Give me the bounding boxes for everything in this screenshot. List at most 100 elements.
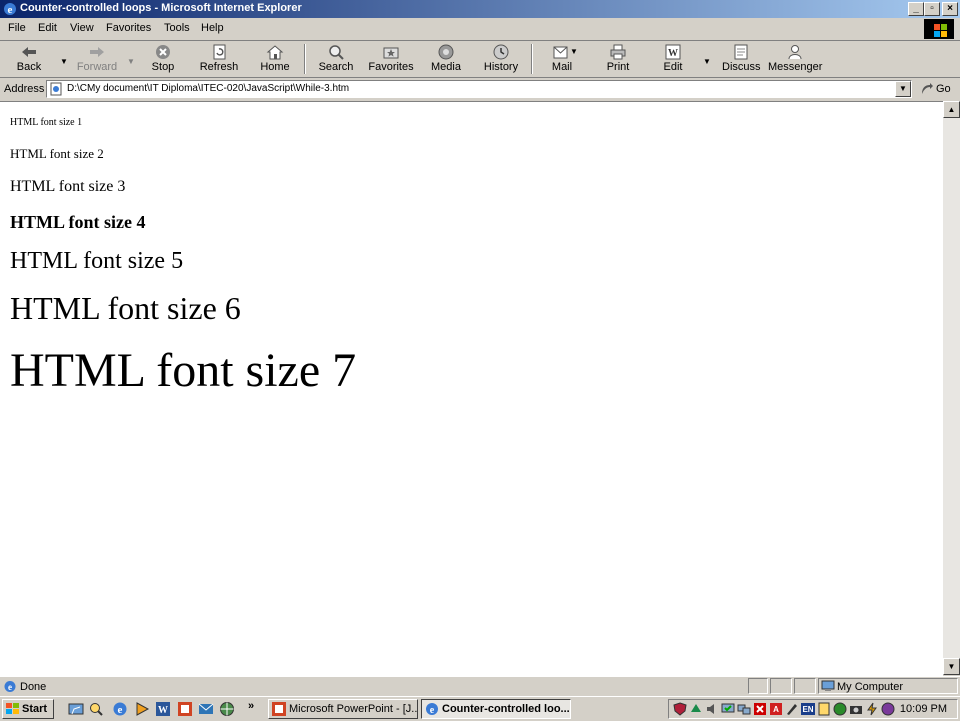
font-size-4-text: HTML font size 4 [10, 212, 146, 232]
taskbar-item-internet-explorer[interactable]: e Counter-controlled loo... [421, 699, 571, 719]
media-player-icon[interactable] [134, 701, 150, 717]
forward-arrow-icon [90, 47, 104, 57]
favorites-button[interactable]: Favorites [366, 42, 416, 76]
start-button[interactable]: Start [2, 699, 54, 719]
discuss-button[interactable]: Discuss [722, 42, 761, 76]
security-zone-pane: My Computer [818, 678, 958, 694]
refresh-label: Refresh [199, 61, 239, 73]
clock: 10:09 PM [899, 703, 947, 715]
taskbar-item-powerpoint[interactable]: Microsoft PowerPoint - [J... [268, 699, 418, 719]
media-button[interactable]: Media [428, 42, 464, 76]
start-label: Start [22, 703, 48, 715]
stop-button[interactable]: Stop [146, 42, 180, 76]
forward-button[interactable]: Forward [72, 42, 122, 76]
favorites-icon [383, 47, 399, 59]
volume-icon[interactable] [705, 702, 719, 716]
search-quicklaunch-icon[interactable] [88, 701, 104, 717]
discuss-label: Discuss [722, 61, 761, 73]
scroll-down-icon[interactable]: ▼ [943, 658, 960, 675]
windows-flag-icon [6, 703, 19, 714]
close-button[interactable]: × [942, 2, 958, 16]
language-en-icon[interactable]: EN [801, 702, 815, 716]
maximize-button[interactable]: ▫ [924, 2, 940, 16]
font-size-6-text: HTML font size 6 [10, 290, 241, 326]
font-size-1-text: HTML font size 1 [10, 117, 83, 128]
acrobat-icon[interactable]: A [769, 702, 783, 716]
back-label: Back [16, 61, 42, 73]
svg-text:A: A [773, 705, 779, 714]
go-button[interactable]: Go [918, 81, 958, 97]
menu-view[interactable]: View [70, 22, 94, 34]
show-desktop-icon[interactable] [68, 701, 84, 717]
print-button[interactable]: Print [604, 42, 632, 76]
home-icon [266, 45, 284, 60]
menu-favorites[interactable]: Favorites [106, 22, 151, 34]
messenger-button[interactable]: Messenger [768, 42, 822, 76]
powerpoint-icon [272, 702, 286, 716]
print-label: Print [606, 61, 630, 73]
powerpoint-icon[interactable] [177, 701, 193, 717]
svg-text:W: W [158, 705, 168, 716]
history-label: History [483, 61, 519, 73]
stop-label: Stop [151, 61, 175, 73]
tray-circle-icon[interactable] [881, 702, 895, 716]
address-url: D:\CMy document\IT Diploma\ITEC-020\Java… [67, 83, 350, 94]
menu-tools[interactable]: Tools [164, 22, 190, 34]
history-icon [493, 44, 509, 60]
vertical-scrollbar[interactable]: ▲ ▼ [943, 101, 960, 675]
font-size-5-text: HTML font size 5 [10, 248, 184, 274]
address-dropdown-icon[interactable]: ▼ [895, 81, 911, 97]
svg-text:e: e [430, 705, 435, 716]
address-input[interactable]: D:\CMy document\IT Diploma\ITEC-020\Java… [46, 80, 912, 98]
toolbar-separator [531, 44, 533, 74]
address-label: Address [4, 83, 45, 95]
display-check-icon[interactable] [721, 702, 735, 716]
search-button[interactable]: Search [316, 42, 356, 76]
forward-dropdown-icon[interactable]: ▼ [127, 57, 135, 66]
history-button[interactable]: History [482, 42, 520, 76]
tray-globe-icon[interactable] [833, 702, 847, 716]
search-label: Search [318, 61, 354, 73]
antivirus-shield-icon[interactable] [673, 702, 687, 716]
tray-notes-icon[interactable] [817, 702, 831, 716]
word-icon[interactable]: W [155, 701, 171, 717]
back-button[interactable]: Back [10, 42, 48, 76]
back-dropdown-icon[interactable]: ▼ [60, 57, 68, 66]
messenger-label: Messenger [768, 61, 823, 73]
menu-help[interactable]: Help [201, 22, 224, 34]
pen-tool-icon[interactable] [785, 702, 799, 716]
favorites-label: Favorites [368, 61, 414, 73]
mail-dropdown-icon[interactable]: ▼ [570, 47, 578, 56]
tray-bolt-icon[interactable] [865, 702, 879, 716]
font-size-2-text: HTML font size 2 [10, 146, 104, 161]
font-size-3-text: HTML font size 3 [10, 178, 126, 195]
camera-icon[interactable] [849, 702, 863, 716]
scroll-up-icon[interactable]: ▲ [943, 101, 960, 118]
window-title: Counter-controlled loops - Microsoft Int… [20, 2, 302, 14]
svg-text:e: e [8, 682, 12, 692]
edit-dropdown-icon[interactable]: ▼ [703, 57, 711, 66]
network-icon[interactable] [219, 701, 235, 717]
edit-button[interactable]: W Edit [660, 42, 686, 76]
outlook-icon[interactable] [198, 701, 214, 717]
my-computer-icon [821, 680, 835, 691]
network-status-icon[interactable] [737, 702, 751, 716]
ie-icon: e [426, 703, 438, 716]
refresh-button[interactable]: Refresh [198, 42, 240, 76]
quicklaunch-more-icon[interactable]: » [248, 700, 254, 712]
tray-app-icon[interactable] [689, 702, 703, 716]
home-button[interactable]: Home [258, 42, 292, 76]
status-pane [770, 678, 792, 694]
menu-file[interactable]: File [8, 22, 26, 34]
stop-icon [156, 45, 170, 59]
messenger-icon [788, 45, 802, 60]
svg-text:EN: EN [802, 705, 813, 714]
security-alert-icon[interactable] [753, 702, 767, 716]
internet-explorer-icon[interactable]: e [112, 701, 128, 717]
menu-edit[interactable]: Edit [38, 22, 57, 34]
minimize-button[interactable]: _ [908, 2, 924, 16]
toolbar-separator [304, 44, 306, 74]
page-icon [50, 82, 62, 96]
standard-toolbar: Back ▼ Forward ▼ Stop Refresh Home Searc… [0, 41, 960, 78]
title-bar[interactable]: e Counter-controlled loops - Microsoft I… [0, 0, 960, 18]
